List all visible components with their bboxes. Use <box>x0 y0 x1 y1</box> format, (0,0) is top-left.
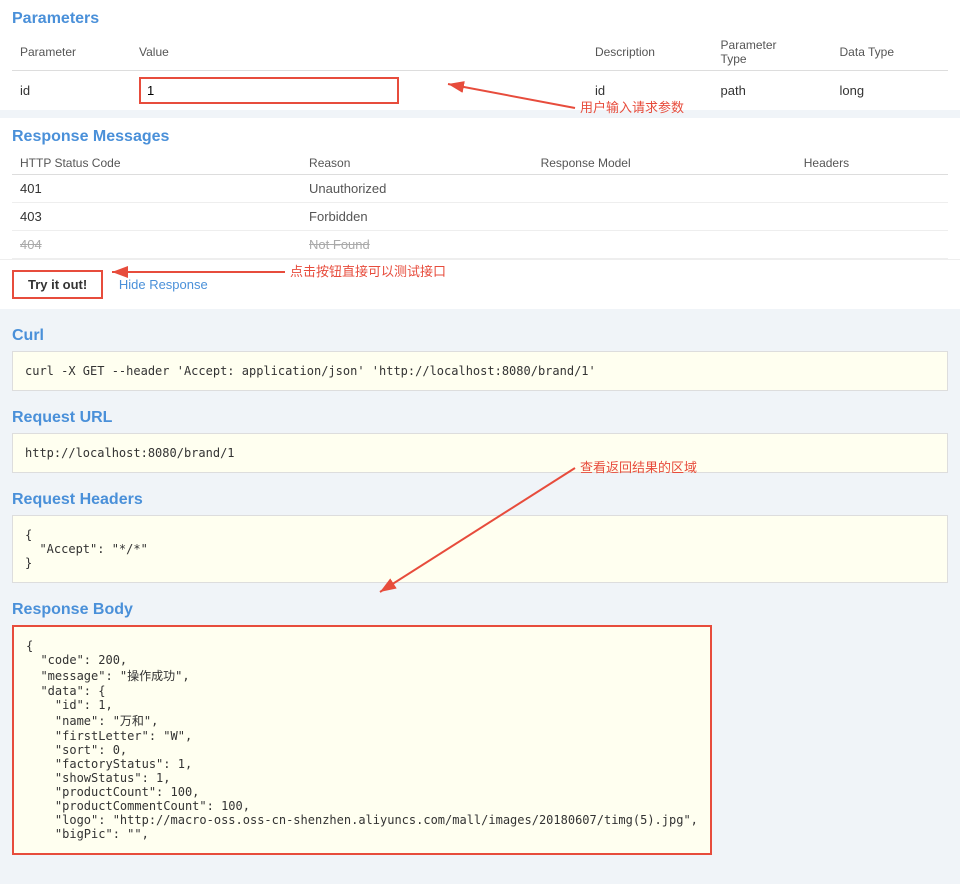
reason-404: Not Found <box>301 231 533 259</box>
model-404 <box>533 231 796 259</box>
request-headers-value: { "Accept": "*/*" } <box>12 515 948 583</box>
param-row-id: id id path long <box>12 71 948 111</box>
headers-403 <box>796 203 948 231</box>
param-id-input[interactable] <box>139 77 399 104</box>
response-body-title: Response Body <box>0 591 960 625</box>
response-messages-title: Response Messages <box>0 118 960 152</box>
headers-401 <box>796 175 948 203</box>
col-response-model: Response Model <box>533 152 796 175</box>
response-header-row: HTTP Status Code Reason Response Model H… <box>12 152 948 175</box>
col-description: Description <box>587 34 713 71</box>
curl-title: Curl <box>0 317 960 351</box>
reason-403: Forbidden <box>301 203 533 231</box>
param-datatype-id: long <box>832 71 948 111</box>
param-value-cell <box>131 71 587 111</box>
col-data-type: Data Type <box>832 34 948 71</box>
reason-401: Unauthorized <box>301 175 533 203</box>
params-header-row: Parameter Value Description ParameterTyp… <box>12 34 948 71</box>
request-headers-title: Request Headers <box>0 481 960 515</box>
hide-response-link[interactable]: Hide Response <box>119 277 208 292</box>
response-body-section: Response Body { "code": 200, "message": … <box>0 591 960 855</box>
curl-section: Curl curl -X GET --header 'Accept: appli… <box>0 317 960 391</box>
param-type-id: path <box>713 71 832 111</box>
col-http-status: HTTP Status Code <box>12 152 301 175</box>
response-row-403: 403 Forbidden <box>12 203 948 231</box>
status-403: 403 <box>12 203 301 231</box>
response-body-value: { "code": 200, "message": "操作成功", "data"… <box>12 625 712 855</box>
status-404: 404 <box>12 231 301 259</box>
request-url-title: Request URL <box>0 399 960 433</box>
response-row-404: 404 Not Found <box>12 231 948 259</box>
param-name-id: id <box>12 71 131 111</box>
model-401 <box>533 175 796 203</box>
parameters-title: Parameters <box>0 0 960 34</box>
response-messages-table: HTTP Status Code Reason Response Model H… <box>12 152 948 259</box>
request-headers-section: Request Headers { "Accept": "*/*" } <box>0 481 960 583</box>
col-reason: Reason <box>301 152 533 175</box>
model-403 <box>533 203 796 231</box>
response-row-401: 401 Unauthorized <box>12 175 948 203</box>
try-it-out-button[interactable]: Try it out! <box>12 270 103 299</box>
col-value: Value <box>131 34 587 71</box>
parameters-section: Parameters Parameter Value Description P… <box>0 0 960 110</box>
parameters-table: Parameter Value Description ParameterTyp… <box>12 34 948 110</box>
col-parameter-type: ParameterType <box>713 34 832 71</box>
request-url-section: Request URL http://localhost:8080/brand/… <box>0 399 960 473</box>
page-wrapper: Parameters Parameter Value Description P… <box>0 0 960 884</box>
request-url-value: http://localhost:8080/brand/1 <box>12 433 948 473</box>
curl-value: curl -X GET --header 'Accept: applicatio… <box>12 351 948 391</box>
action-buttons-area: Try it out! Hide Response <box>0 259 960 309</box>
response-messages-section: Response Messages HTTP Status Code Reaso… <box>0 118 960 309</box>
col-parameter: Parameter <box>12 34 131 71</box>
headers-404 <box>796 231 948 259</box>
status-401: 401 <box>12 175 301 203</box>
param-description-id: id <box>587 71 713 111</box>
col-headers: Headers <box>796 152 948 175</box>
